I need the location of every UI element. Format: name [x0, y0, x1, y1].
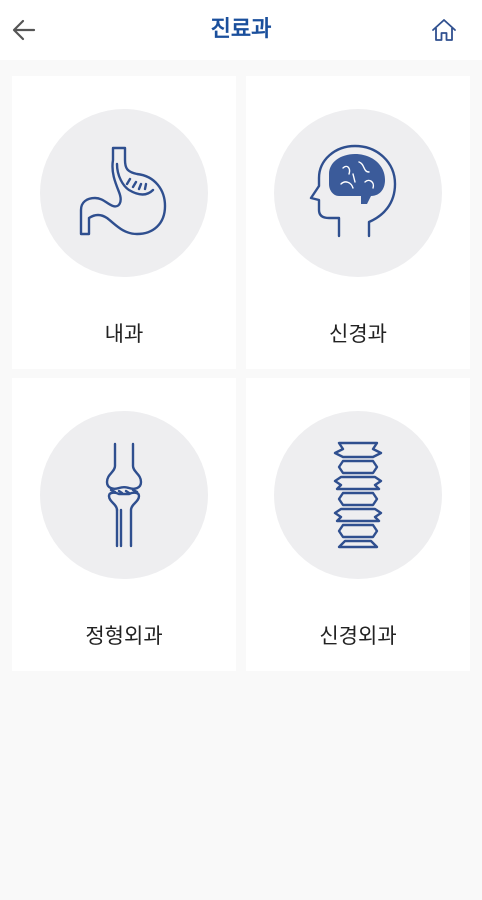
department-card-neurosurgery[interactable]: 신경외과	[246, 378, 470, 671]
arrow-left-icon	[12, 19, 36, 41]
department-icon-circle	[40, 411, 208, 579]
department-label: 내과	[104, 322, 144, 346]
page-title: 진료과	[210, 17, 272, 42]
department-label: 신경외과	[319, 624, 397, 648]
department-card-neurology[interactable]: 신경과	[246, 76, 470, 369]
department-icon-circle	[274, 411, 442, 579]
back-button[interactable]	[6, 12, 42, 48]
department-card-orthopedics[interactable]: 정형외과	[12, 378, 236, 671]
department-label: 정형외과	[85, 624, 163, 648]
app-header: 진료과	[0, 0, 482, 60]
home-icon	[432, 19, 456, 41]
stomach-icon	[79, 146, 167, 236]
department-card-internal-medicine[interactable]: 내과	[12, 76, 236, 369]
home-button[interactable]	[426, 12, 462, 48]
knee-bone-icon	[105, 442, 143, 548]
spine-icon	[333, 441, 383, 549]
app-screen: 진료과 내과 신경과 정형외과 신경외과	[0, 0, 482, 900]
brain-head-icon	[309, 144, 397, 238]
department-icon-circle	[274, 109, 442, 277]
department-icon-circle	[40, 109, 208, 277]
department-label: 신경과	[329, 322, 387, 346]
